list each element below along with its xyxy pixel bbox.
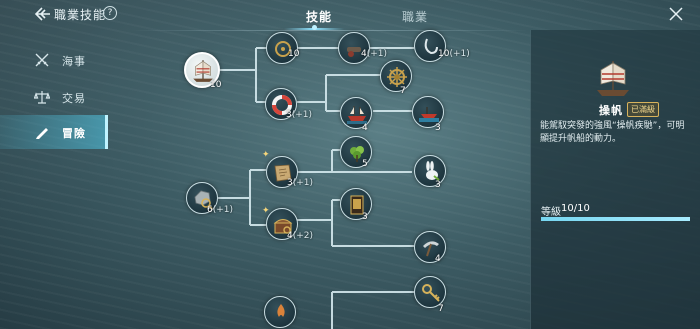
skill-node-pickaxe[interactable] <box>414 231 446 263</box>
skill-level: 4 <box>362 123 368 133</box>
fire-icon <box>277 304 285 317</box>
skill-level: 4 <box>435 254 441 264</box>
boat-icon <box>419 107 439 122</box>
skill-level: 3(+1) <box>286 110 313 120</box>
skill-node-rabbit[interactable] <box>414 155 446 187</box>
skill-level: 6(+1) <box>207 205 234 215</box>
skill-level: 10(+1) <box>438 49 470 59</box>
skill-level: 10 <box>288 49 300 59</box>
ship-sail-icon <box>597 61 629 96</box>
skill-level: 5 <box>362 159 368 169</box>
skill-node-wheel[interactable] <box>380 60 412 92</box>
skill-description: 能駕馭突發的強風“操帆疾馳”，可明顯提升帆船的動力。 <box>540 121 685 144</box>
level-label: 等級 <box>541 207 561 218</box>
skill-level: 4(+1) <box>361 49 388 59</box>
level-progress-fill <box>541 217 690 221</box>
close-icon[interactable] <box>668 6 684 22</box>
skill-level: 3 <box>362 212 368 222</box>
skill-level: 7 <box>400 86 406 96</box>
skill-node-helm[interactable] <box>266 32 298 64</box>
skill-level: 10 <box>210 80 222 90</box>
key-icon <box>422 284 440 302</box>
skill-node-bottom[interactable] <box>264 296 296 328</box>
skill-level: 3 <box>435 123 441 133</box>
skill-name: 操帆 <box>599 104 623 117</box>
skill-level: 7 <box>438 304 444 314</box>
level-progress-bar <box>541 217 690 221</box>
skill-level: 4(+2) <box>287 231 314 241</box>
skill-level: 3 <box>435 180 441 190</box>
max-level-badge: 已滿級 <box>627 102 659 117</box>
skill-node-cannon[interactable] <box>338 32 370 64</box>
level-value: 10/10 <box>561 203 590 214</box>
skill-level: 3(+1) <box>287 178 314 188</box>
upgrade-sparkle-icon: ✦ <box>262 150 270 160</box>
